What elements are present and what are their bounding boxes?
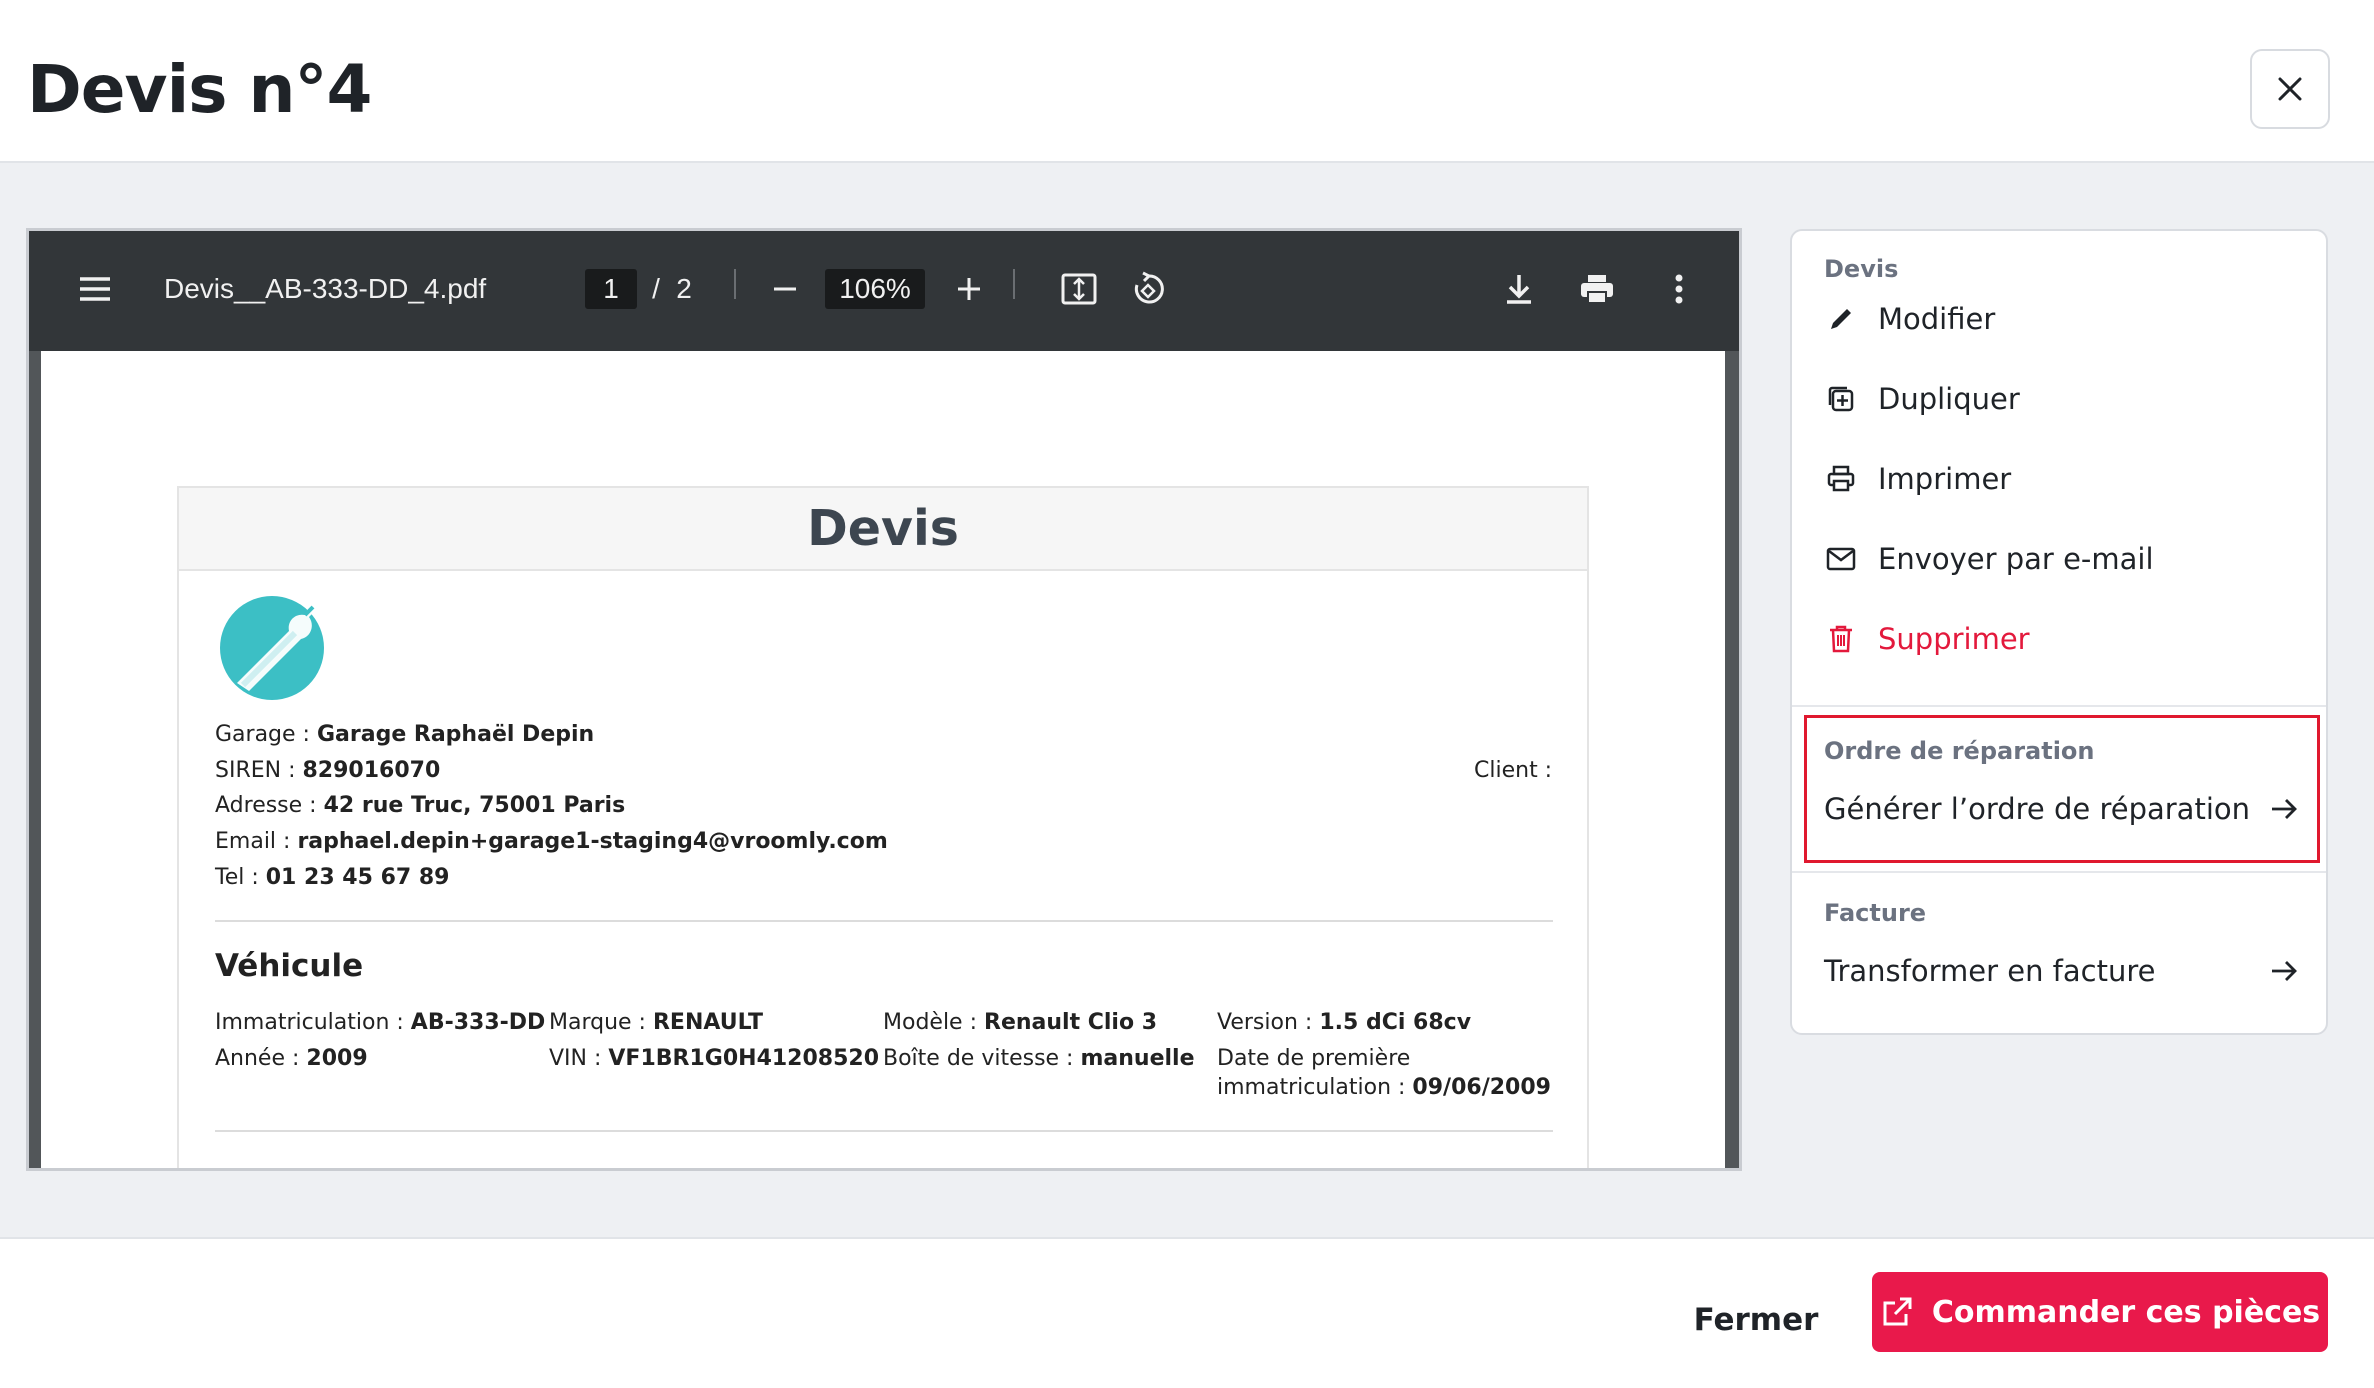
address-line: Adresse : 42 rue Truc, 75001 Paris <box>215 793 626 818</box>
modal-header: Devis n°4 <box>0 0 2374 163</box>
annee-line: Année : 2009 <box>215 1046 368 1071</box>
arrow-right-icon <box>2272 961 2297 981</box>
facture-group-title: Facture <box>1824 899 1927 927</box>
version-line: Version : 1.5 dCi 68cv <box>1217 1010 1472 1035</box>
email-line: Email : raphael.depin+garage1-staging4@v… <box>215 829 888 854</box>
tel-line: Tel : 01 23 45 67 89 <box>215 865 450 890</box>
pdf-filename: Devis__AB-333-DD_4.pdf <box>164 273 487 304</box>
immat-line: Immatriculation : AB-333-DD <box>215 1010 546 1035</box>
vin-line: VIN : VF1BR1G0H41208520 <box>549 1046 880 1071</box>
generate-repair-order-button[interactable]: Générer l’ordre de réparation <box>1824 781 2298 837</box>
page-separator: / <box>652 273 660 304</box>
modele-line: Modèle : Renault Clio 3 <box>883 1010 1158 1035</box>
zoom-level[interactable]: 106% <box>825 269 925 309</box>
send-email-button[interactable]: Envoyer par e-mail <box>1824 531 2154 587</box>
close-icon <box>2278 77 2302 101</box>
generate-repair-order-label: Générer l’ordre de réparation <box>1824 792 2251 826</box>
actions-panel: Devis Modifier Dupliquer Imprimer Envoye… <box>1790 229 2328 1035</box>
order-parts-label: Commander ces pièces <box>1931 1294 2321 1330</box>
arrow-right-icon <box>2272 799 2297 819</box>
page-number-input[interactable]: 1 <box>585 269 637 309</box>
devis-group-title: Devis <box>1824 255 1899 283</box>
modal-body: Devis__AB-333-DD_4.pdf 1 / 2 106% Devis … <box>0 163 2374 1237</box>
order-parts-button[interactable]: Commander ces pièces <box>1872 1272 2328 1352</box>
fermer-button[interactable]: Fermer <box>1685 1286 1827 1354</box>
more-vert-icon[interactable] <box>1659 267 1699 311</box>
trash-icon <box>1824 622 1858 656</box>
date-line-2: immatriculation : 09/06/2009 <box>1217 1075 1551 1100</box>
external-link-icon <box>1880 1295 1914 1329</box>
duplicate-button[interactable]: Dupliquer <box>1824 371 2020 427</box>
pdf-page: Devis Garage : Garage Raphaël Depin SIRE… <box>41 351 1725 1168</box>
convert-to-invoice-button[interactable]: Transformer en facture <box>1824 943 2298 999</box>
garage-logo <box>220 596 324 700</box>
pdf-viewer: Devis__AB-333-DD_4.pdf 1 / 2 106% Devis … <box>26 228 1742 1171</box>
modify-label: Modifier <box>1878 302 1996 336</box>
zoom-in-icon[interactable] <box>949 269 989 309</box>
marque-line: Marque : RENAULT <box>549 1010 763 1035</box>
page-title: Devis n°4 <box>27 51 372 128</box>
delete-button[interactable]: Supprimer <box>1824 611 2030 667</box>
rotate-icon[interactable] <box>1127 267 1171 311</box>
delete-label: Supprimer <box>1878 622 2030 656</box>
print-label: Imprimer <box>1878 462 2012 496</box>
page-total: 2 <box>676 273 692 304</box>
siren-line: SIREN : 829016070 <box>215 758 441 783</box>
date-line-1: Date de première <box>1217 1046 1411 1071</box>
printer-icon <box>1824 462 1858 496</box>
client-label: Client : <box>1474 758 1553 783</box>
pdf-toolbar: Devis__AB-333-DD_4.pdf 1 / 2 106% <box>29 231 1739 351</box>
duplicate-label: Dupliquer <box>1878 382 2020 416</box>
mail-icon <box>1824 542 1858 576</box>
send-email-label: Envoyer par e-mail <box>1878 542 2154 576</box>
print-icon[interactable] <box>1575 267 1619 311</box>
fit-page-icon[interactable] <box>1057 267 1101 311</box>
ordre-group-title: Ordre de réparation <box>1824 737 2095 765</box>
modify-button[interactable]: Modifier <box>1824 291 1995 347</box>
boite-line: Boîte de vitesse : manuelle <box>883 1046 1195 1071</box>
download-icon[interactable] <box>1497 267 1541 311</box>
pencil-icon <box>1824 302 1858 336</box>
modal-footer: Fermer Commander ces pièces <box>0 1237 2374 1388</box>
print-button[interactable]: Imprimer <box>1824 451 2011 507</box>
duplicate-icon <box>1824 382 1858 416</box>
quote-document: Devis Garage : Garage Raphaël Depin SIRE… <box>177 486 1589 1168</box>
menu-icon[interactable] <box>75 269 115 309</box>
vehicle-section-title: Véhicule <box>215 948 364 984</box>
garage-name-line: Garage : Garage Raphaël Depin <box>215 722 595 747</box>
document-heading: Devis <box>179 488 1587 571</box>
zoom-out-icon[interactable] <box>765 269 805 309</box>
convert-to-invoice-label: Transformer en facture <box>1824 954 2156 988</box>
close-button[interactable] <box>2250 49 2330 129</box>
